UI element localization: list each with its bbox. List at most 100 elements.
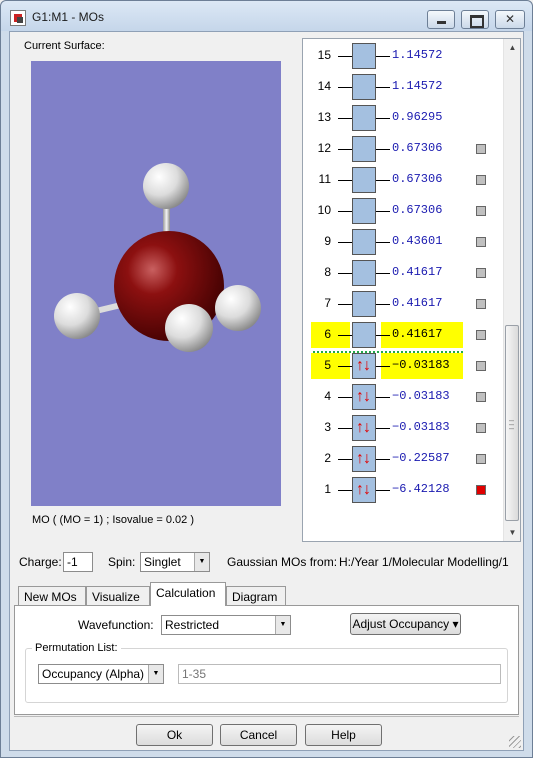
orbital-box[interactable] (352, 322, 376, 348)
mo-surface-toggle[interactable] (476, 206, 486, 216)
spin-down-arrow-icon: ↓ (363, 419, 371, 436)
tab-new-mos[interactable]: New MOs (18, 586, 86, 606)
mo-surface-toggle[interactable] (476, 392, 486, 402)
orbital-box[interactable] (352, 229, 376, 255)
minimize-button[interactable] (427, 10, 455, 29)
mo-surface-toggle[interactable] (476, 299, 486, 309)
hydrogen-atom-right (215, 285, 261, 331)
spin-value: Singlet (144, 555, 181, 569)
orbital-box[interactable] (352, 198, 376, 224)
mo-row-7[interactable]: 7 0.41617 (303, 291, 503, 317)
orbital-box[interactable] (352, 291, 376, 317)
level-line-left (338, 211, 352, 212)
orbital-box[interactable] (352, 167, 376, 193)
mo-row-6[interactable]: 6 0.41617 (303, 322, 503, 348)
cancel-button[interactable]: Cancel (220, 724, 297, 746)
mo-row-3[interactable]: 3 ↑ ↓ −0.03183 (303, 415, 503, 441)
level-line-left (338, 304, 352, 305)
permutation-range-input[interactable] (178, 664, 501, 684)
client-area: Current Surface: MO ((MO = 1) ; Isovalu… (9, 31, 524, 751)
chevron-down-icon[interactable]: ▼ (148, 665, 163, 683)
level-line-right (376, 304, 390, 305)
orbital-box[interactable]: ↑ ↓ (352, 415, 376, 441)
level-line-left (338, 180, 352, 181)
mo-energy: 0.67306 (392, 141, 443, 155)
mo-row-14[interactable]: 14 1.14572 (303, 74, 503, 100)
orbital-box[interactable]: ↑ ↓ (352, 446, 376, 472)
mo-surface-toggle[interactable] (476, 268, 486, 278)
wavefunction-select[interactable]: Restricted ▼ (161, 615, 291, 635)
permutation-list-label: Permutation List: (32, 642, 121, 654)
homo-lumo-separator (313, 351, 463, 353)
orbital-box[interactable]: ↑ ↓ (352, 384, 376, 410)
level-line-left (338, 87, 352, 88)
mo-row-4[interactable]: 4 ↑ ↓ −0.03183 (303, 384, 503, 410)
mo-row-10[interactable]: 10 0.67306 (303, 198, 503, 224)
scroll-up-arrow-icon[interactable]: ▲ (504, 39, 521, 56)
scroll-thumb[interactable]: – – – (505, 325, 519, 521)
mo-row-13[interactable]: 13 0.96295 (303, 105, 503, 131)
level-line-right (376, 397, 390, 398)
mo-row-11[interactable]: 11 0.67306 (303, 167, 503, 193)
mo-energy: −6.42128 (392, 482, 450, 496)
mo-row-9[interactable]: 9 0.43601 (303, 229, 503, 255)
mo-row-2[interactable]: 2 ↑ ↓ −0.22587 (303, 446, 503, 472)
mo-surface-toggle[interactable] (476, 175, 486, 185)
adjust-occupancy-button[interactable]: Adjust Occupancy ▾ (350, 613, 461, 635)
orbital-box[interactable] (352, 105, 376, 131)
mo-number: 7 (324, 296, 331, 310)
mo-row-8[interactable]: 8 0.41617 (303, 260, 503, 286)
mo-row-5[interactable]: 5 ↑ ↓ −0.03183 (303, 353, 503, 379)
mo-surface-toggle[interactable] (476, 330, 486, 340)
mo-surface-toggle[interactable] (476, 454, 486, 464)
occupancy-select[interactable]: Occupancy (Alpha) ▼ (38, 664, 164, 684)
orbital-box[interactable] (352, 43, 376, 69)
tab-diagram[interactable]: Diagram (226, 586, 286, 606)
mo-row-12[interactable]: 12 0.67306 (303, 136, 503, 162)
mo-surface-toggle[interactable] (476, 485, 486, 495)
close-button[interactable] (495, 10, 525, 29)
mo-list-scrollbar[interactable]: ▲ – – – ▼ (503, 39, 520, 541)
orbital-box[interactable] (352, 136, 376, 162)
title-bar[interactable]: G1:M1 - MOs (1, 1, 532, 31)
level-line-right (376, 335, 390, 336)
chevron-down-icon[interactable]: ▼ (275, 616, 290, 634)
mo-surface-toggle[interactable] (476, 144, 486, 154)
level-line-right (376, 428, 390, 429)
mo-row-15[interactable]: 15 1.14572 (303, 43, 503, 69)
mo-energy: −0.03183 (392, 389, 450, 403)
mo-energy: 0.43601 (392, 234, 443, 248)
mo-row-1[interactable]: 1 ↑ ↓ −6.42128 (303, 477, 503, 503)
mo-number: 8 (324, 265, 331, 279)
mo-surface-toggle[interactable] (476, 237, 486, 247)
ok-button[interactable]: Ok (136, 724, 213, 746)
help-button[interactable]: Help (305, 724, 382, 746)
tab-visualize[interactable]: Visualize (86, 586, 150, 606)
orbital-box[interactable] (352, 260, 376, 286)
level-line-left (338, 428, 352, 429)
spin-select[interactable]: Singlet ▼ (140, 552, 210, 572)
mo-energy-diagram[interactable]: 15 1.14572 14 1.14572 13 0.96295 12 0.67306 11 0.… (302, 38, 521, 542)
level-line-right (376, 490, 390, 491)
molecule-viewport[interactable] (31, 61, 281, 506)
mo-number: 10 (317, 203, 331, 217)
level-line-left (338, 366, 352, 367)
orbital-box[interactable]: ↑ ↓ (352, 477, 376, 503)
chevron-down-icon[interactable]: ▼ (194, 553, 209, 571)
tab-bar: New MOs Visualize Calculation Diagram (14, 582, 524, 606)
mo-surface-toggle[interactable] (476, 423, 486, 433)
mo-window: G1:M1 - MOs Current Surface: (0, 0, 533, 758)
mo-number: 14 (317, 79, 331, 93)
gaussview-app-icon (10, 10, 26, 26)
orbital-box[interactable] (352, 74, 376, 100)
maximize-button[interactable] (461, 10, 489, 29)
calculation-panel: Wavefunction: Restricted ▼ Adjust Occupa… (14, 605, 519, 715)
scroll-down-arrow-icon[interactable]: ▼ (504, 524, 521, 541)
mo-surface-toggle[interactable] (476, 361, 486, 371)
dropdown-arrow-icon: ▾ (452, 617, 459, 631)
mo-number: 6 (324, 327, 331, 341)
tab-calculation[interactable]: Calculation (150, 582, 226, 606)
charge-input[interactable]: -1 (63, 552, 93, 572)
resize-grip[interactable] (509, 736, 521, 748)
orbital-box[interactable]: ↑ ↓ (352, 353, 376, 379)
